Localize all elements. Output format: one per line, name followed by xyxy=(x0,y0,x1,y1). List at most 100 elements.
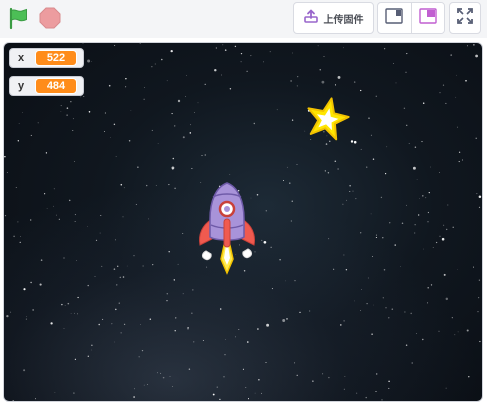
star-dot xyxy=(234,336,236,338)
star-dot xyxy=(234,45,237,48)
fullscreen-button[interactable] xyxy=(449,2,481,34)
star-dot xyxy=(371,256,373,258)
star-dot xyxy=(142,265,144,267)
star-dot xyxy=(384,48,386,50)
star-dot xyxy=(204,83,206,86)
star-dot xyxy=(125,86,127,88)
small-stage-layout-icon xyxy=(385,7,403,29)
star-dot xyxy=(83,96,85,97)
star-dot xyxy=(185,96,187,97)
star-dot xyxy=(223,376,225,378)
star-dot xyxy=(177,263,179,265)
star-dot xyxy=(360,148,362,150)
star-dot xyxy=(194,112,195,113)
star-dot xyxy=(343,320,345,322)
variable-monitor-y[interactable]: y 484 xyxy=(9,76,84,96)
star-dot xyxy=(94,276,96,277)
upload-firmware-button[interactable]: 上传固件 xyxy=(293,2,374,34)
star-dot xyxy=(419,198,420,199)
star-dot xyxy=(221,74,222,76)
star-dot xyxy=(219,398,221,401)
star-dot xyxy=(322,373,324,375)
star-dot xyxy=(328,376,330,379)
star-dot xyxy=(115,156,117,157)
star-dot xyxy=(289,182,291,184)
star-dot xyxy=(123,323,126,325)
star-dot xyxy=(429,166,431,168)
star-dot xyxy=(439,235,441,237)
star-dot xyxy=(253,122,256,125)
star-dot xyxy=(405,204,407,206)
star-dot xyxy=(265,361,267,364)
star-dot xyxy=(428,191,430,194)
star-dot xyxy=(475,54,478,58)
star-dot xyxy=(113,268,116,270)
star-dot xyxy=(66,114,68,116)
star-dot xyxy=(375,236,377,239)
star-dot xyxy=(466,329,469,332)
star-dot xyxy=(343,388,345,390)
star-dot xyxy=(290,80,292,82)
star-dot xyxy=(258,379,260,381)
star-dot xyxy=(225,339,227,340)
star-dot xyxy=(138,356,140,358)
star-dot xyxy=(375,95,377,97)
star-dot xyxy=(189,132,192,134)
star-dot xyxy=(20,236,21,237)
star-dot xyxy=(18,123,20,124)
star-dot xyxy=(187,328,189,330)
star-dot xyxy=(446,228,448,231)
star-dot xyxy=(66,107,69,109)
star-dot xyxy=(385,307,387,309)
variable-monitor-x[interactable]: x 522 xyxy=(9,48,84,68)
upload-firmware-label: 上传固件 xyxy=(323,14,364,26)
large-stage-layout-button[interactable] xyxy=(410,3,444,33)
stage-canvas[interactable]: x 522 y 484 xyxy=(3,42,483,402)
star-dot xyxy=(458,151,461,153)
star-dot xyxy=(366,166,368,168)
star-dot xyxy=(192,289,194,291)
star-dot xyxy=(360,310,361,311)
star-dot xyxy=(333,268,335,270)
star-dot xyxy=(219,308,222,310)
star-dot xyxy=(352,190,354,192)
rocket-sprite[interactable] xyxy=(192,181,262,277)
star-dot xyxy=(393,63,394,64)
star-dot xyxy=(414,232,416,234)
star-dot xyxy=(172,157,175,160)
star-dot xyxy=(87,59,91,63)
star-dot xyxy=(204,154,206,156)
star-dot xyxy=(6,171,8,174)
star-dot xyxy=(279,258,281,261)
star-dot xyxy=(476,193,478,195)
star-dot xyxy=(427,302,429,304)
star-dot xyxy=(321,80,325,84)
star-dot xyxy=(425,197,427,199)
green-flag-icon[interactable] xyxy=(6,6,30,30)
star-dot xyxy=(368,117,370,119)
star-dot xyxy=(354,300,355,302)
star-dot xyxy=(147,384,148,385)
star-dot xyxy=(439,92,441,94)
star-sprite[interactable] xyxy=(302,95,352,145)
star-dot xyxy=(328,238,330,240)
star-dot xyxy=(421,141,423,143)
star-dot xyxy=(406,124,408,126)
star-dot xyxy=(32,309,34,311)
star-dot xyxy=(365,396,367,399)
star-dot xyxy=(172,386,174,388)
small-stage-layout-button[interactable] xyxy=(378,3,411,33)
star-dot xyxy=(445,102,447,104)
star-dot xyxy=(114,45,116,47)
star-dot xyxy=(74,221,76,222)
star-dot xyxy=(190,124,192,126)
star-dot xyxy=(6,314,9,318)
star-dot xyxy=(427,221,429,223)
star-dot xyxy=(246,70,248,72)
stop-icon[interactable] xyxy=(38,6,62,30)
star-dot xyxy=(171,166,175,170)
star-dot xyxy=(441,237,445,241)
fullscreen-icon xyxy=(457,7,473,29)
star-dot xyxy=(37,122,39,124)
star-dot xyxy=(445,387,447,389)
